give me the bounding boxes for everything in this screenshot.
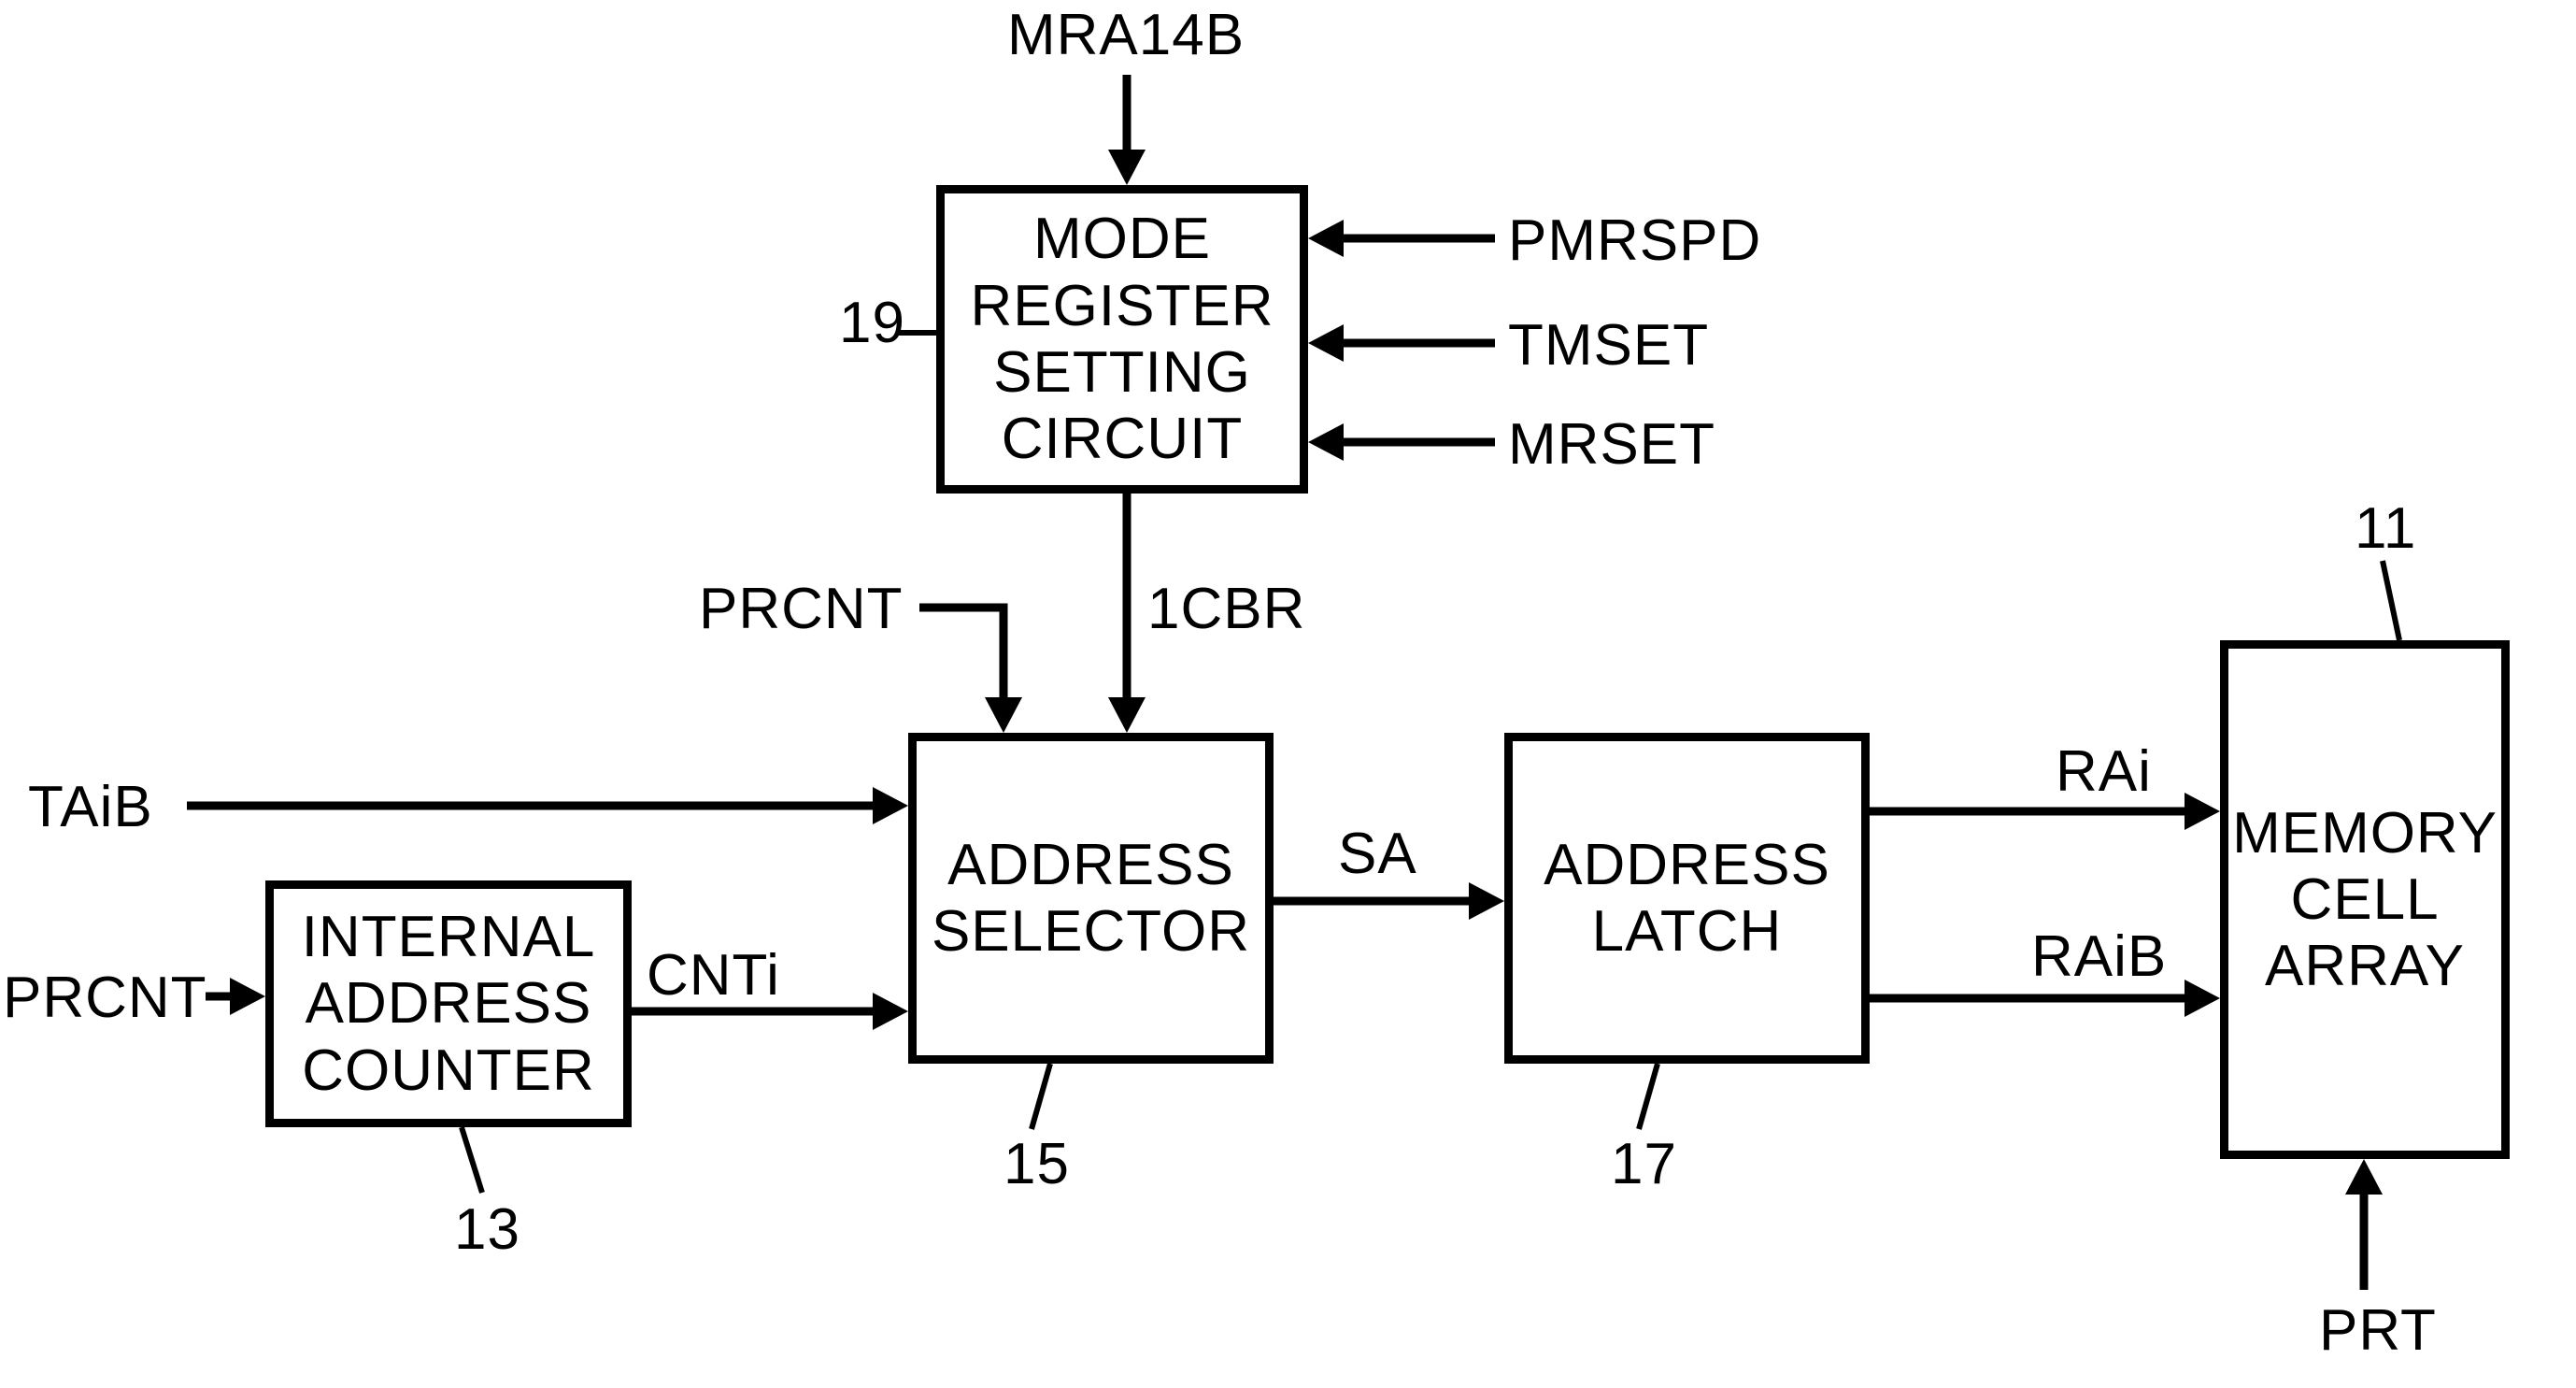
signal-sa: SA [1338,821,1417,887]
signal-rai: RAi [2056,738,2152,805]
block-address-latch-label: ADDRESS LATCH [1544,832,1830,966]
block-address-selector-label: ADDRESS SELECTOR [932,832,1250,966]
leader-11 [2381,561,2418,645]
arrow-prt [2355,1159,2392,1299]
signal-prt: PRT [2319,1297,2437,1364]
signal-prcnt-top: PRCNT [699,576,904,642]
signal-pmrspd: PMRSPD [1508,207,1761,274]
signal-raib: RAiB [2031,923,2167,990]
leader-19 [897,329,944,348]
signal-taib: TAiB [28,774,153,840]
block-internal-counter: INTERNAL ADDRESS COUNTER [265,880,632,1127]
block-address-latch: ADDRESS LATCH [1504,733,1870,1064]
block-diagram-canvas: MODE REGISTER SETTING CIRCUIT 19 INTERNA… [0,0,2576,1388]
arrow-rai [1870,802,2225,839]
ref-19: 19 [839,290,905,356]
leader-17 [1630,1064,1667,1138]
arrow-sa [1274,892,1507,929]
arrow-prcnt-top [919,598,1032,748]
arrow-raib [1870,989,2225,1026]
block-internal-counter-label: INTERNAL ADDRESS COUNTER [302,904,596,1104]
leader-15 [1022,1064,1060,1138]
arrow-cnti [632,1002,912,1039]
block-mode-register: MODE REGISTER SETTING CIRCUIT [936,185,1308,494]
signal-tmset: TMSET [1508,312,1709,379]
arrow-prcnt-left [224,987,280,1024]
arrow-1cbr [1117,494,1155,737]
ref-11: 11 [2355,495,2416,562]
leader-13 [454,1127,491,1202]
arrow-taib [187,796,916,834]
signal-mrset: MRSET [1508,411,1715,478]
arrow-tmset [1308,334,1495,371]
arrow-mra14b [1117,75,1155,187]
ref-15: 15 [1003,1131,1070,1197]
ref-13: 13 [454,1196,520,1263]
signal-cnti: CNTi [647,942,780,1009]
ref-17: 17 [1611,1131,1677,1197]
block-memory-cell-label: MEMORY CELL ARRAY [2232,800,2498,1000]
signal-mra14b: MRA14B [1007,2,1245,68]
block-memory-cell: MEMORY CELL ARRAY [2220,640,2510,1159]
signal-prcnt-left: PRCNT [3,965,207,1031]
block-mode-register-label: MODE REGISTER SETTING CIRCUIT [971,206,1274,472]
signal-1cbr: 1CBR [1147,576,1305,642]
block-address-selector: ADDRESS SELECTOR [908,733,1274,1064]
arrow-mrset [1308,433,1495,470]
arrow-pmrspd [1308,229,1495,266]
